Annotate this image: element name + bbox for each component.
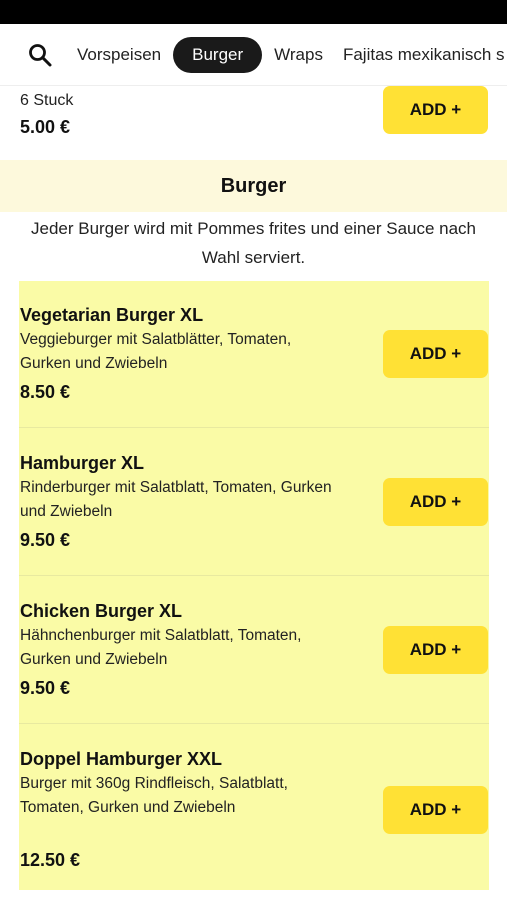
tab-wraps[interactable]: Wraps	[264, 37, 333, 73]
menu-item-previous: 6 Stuck 5.00 € ADD +	[0, 86, 507, 160]
add-button[interactable]: ADD +	[383, 626, 488, 674]
section-title: Burger	[0, 160, 507, 212]
menu-item-list: Vegetarian Burger XL Veggieburger mit Sa…	[19, 281, 489, 890]
tab-fajitas[interactable]: Fajitas mexikanisch s	[333, 37, 507, 73]
add-button[interactable]: ADD +	[383, 330, 488, 378]
status-bar	[0, 0, 507, 24]
add-button[interactable]: ADD +	[383, 478, 488, 526]
add-button[interactable]: ADD +	[383, 786, 488, 834]
item-description: Veggieburger mit Salatblätter, Tomaten, …	[20, 331, 292, 372]
bottom-spacer	[0, 890, 507, 900]
item-price: 9.50 €	[20, 678, 71, 698]
menu-item: Vegetarian Burger XL Veggieburger mit Sa…	[19, 281, 489, 428]
menu-item: Chicken Burger XL Hähnchenburger mit Sal…	[19, 576, 489, 724]
menu-item: Hamburger XL Rinderburger mit Salatblatt…	[19, 428, 489, 576]
section-description: Jeder Burger wird mit Pommes frites und …	[30, 219, 477, 267]
tab-vorspeisen[interactable]: Vorspeisen	[67, 37, 171, 73]
add-button[interactable]: ADD +	[383, 86, 488, 134]
item-name: Hamburger XL	[20, 453, 145, 473]
item-description: 6 Stuck	[20, 92, 74, 109]
item-price: 12.50 €	[20, 850, 81, 870]
item-description: Rinderburger mit Salatblatt, Tomaten, Gu…	[20, 479, 332, 520]
item-description: Burger mit 360g Rindfleisch, Salatblatt,…	[20, 775, 288, 816]
menu-item: Doppel Hamburger XXL Burger mit 360g Rin…	[19, 724, 489, 890]
item-price: 9.50 €	[20, 530, 71, 550]
item-name: Chicken Burger XL	[20, 601, 183, 621]
item-price: 8.50 €	[20, 382, 71, 402]
item-name: Vegetarian Burger XL	[20, 305, 204, 325]
search-icon[interactable]	[27, 42, 53, 68]
item-name: Doppel Hamburger XXL	[20, 749, 223, 769]
item-price: 5.00 €	[20, 117, 71, 137]
tab-burger[interactable]: Burger	[173, 36, 263, 73]
category-nav: Vorspeisen Burger Wraps Fajitas mexikani…	[0, 24, 507, 86]
item-description: Hähnchenburger mit Salatblatt, Tomaten, …	[20, 627, 302, 668]
